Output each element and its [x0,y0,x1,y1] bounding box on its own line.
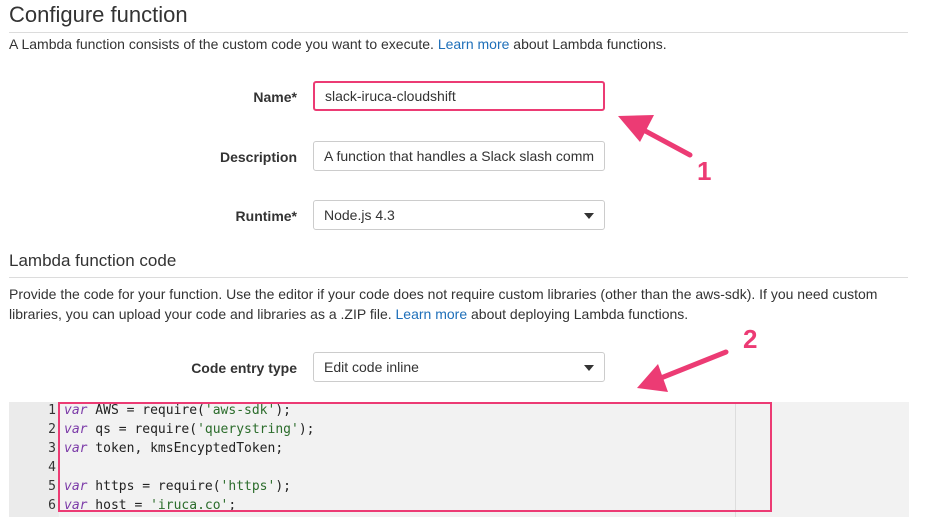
arrow-2-icon [637,349,729,392]
annotation-number-2: 2 [743,324,758,354]
annotation-number-1: 1 [697,156,712,186]
arrow-1-icon [618,115,693,158]
annotation-arrows [618,115,729,392]
